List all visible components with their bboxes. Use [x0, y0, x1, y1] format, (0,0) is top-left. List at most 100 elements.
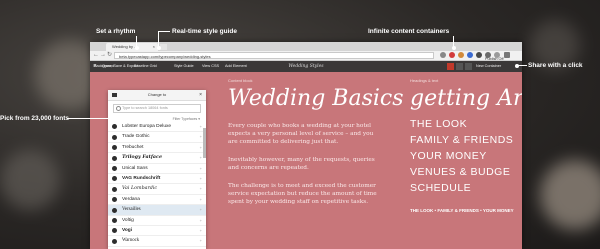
extension-icon[interactable]: [458, 52, 464, 58]
search-icon: [116, 106, 121, 111]
font-list-item[interactable]: Trilogy Fatface +: [108, 153, 206, 164]
font-search-input[interactable]: Type to search 18064 fonts: [113, 104, 201, 113]
extension-icon[interactable]: [467, 52, 473, 58]
font-list-item[interactable]: Trebuchet +: [108, 143, 206, 154]
font-list-item[interactable]: Vai Lombardic +: [108, 184, 206, 195]
paragraph[interactable]: The challenge is to meet and exceed the …: [228, 182, 380, 207]
annotation-set-rhythm: Set a rhythm: [96, 28, 136, 35]
toggle-icon[interactable]: [112, 93, 117, 97]
add-element-button[interactable]: Add Element: [225, 61, 247, 72]
add-font-icon[interactable]: +: [200, 164, 202, 173]
font-list-item[interactable]: Verdana +: [108, 195, 206, 206]
font-info-icon[interactable]: [112, 186, 117, 192]
bokeh-light: [0, 150, 60, 210]
forward-icon[interactable]: →: [100, 52, 106, 59]
address-bar: ← → ↻ beta.typecastapp.com/typecompany/w…: [90, 51, 522, 61]
add-font-icon[interactable]: +: [200, 205, 202, 214]
font-info-icon[interactable]: [112, 176, 117, 182]
font-name: Versailles: [122, 207, 141, 213]
font-list-item[interactable]: Lobster Europa Deluxe +: [108, 122, 206, 133]
baseline-grid-button[interactable]: Baseline Grid: [134, 61, 157, 72]
headings-label: Headings & text: [410, 78, 439, 83]
caps-heading[interactable]: VENUES & BUDGE: [410, 166, 510, 178]
font-list-item[interactable]: Versailles +: [108, 205, 206, 216]
caps-heading[interactable]: YOUR MONEY: [410, 150, 487, 162]
font-name: Warnock: [122, 238, 140, 244]
url-input[interactable]: beta.typecastapp.com/typecompany/wedding…: [114, 52, 434, 59]
wedding-basics-heading[interactable]: Wedding Basics: [228, 86, 404, 111]
font-info-icon[interactable]: [112, 197, 117, 203]
add-font-icon[interactable]: +: [200, 132, 202, 141]
paragraph[interactable]: Inevitably however, many of the requests…: [228, 156, 380, 172]
font-name: Voltig: [122, 217, 134, 223]
view-css-button[interactable]: View CSS: [202, 61, 219, 72]
close-icon[interactable]: ×: [199, 90, 202, 100]
browser-tab[interactable]: Wedding by ... ×: [106, 43, 158, 51]
font-list-item[interactable]: Trade Gothic +: [108, 132, 206, 143]
small-caps-line[interactable]: THE LOOK • FAMILY & FRIENDS • YOUR MONEY: [410, 208, 514, 213]
font-list: Lobster Europa Deluxe + Trade Gothic + Trebu…: [108, 122, 206, 247]
add-font-icon[interactable]: +: [200, 153, 202, 162]
font-info-icon[interactable]: [112, 228, 117, 234]
font-name: Verdana: [122, 196, 140, 202]
paragraph[interactable]: Every couple who books a wedding at your…: [228, 122, 380, 147]
font-name: Vai Lombardic: [122, 186, 158, 192]
add-font-icon[interactable]: +: [200, 216, 202, 225]
annotation-containers: Infinite content containers: [368, 28, 450, 35]
annotation-dot: [118, 116, 122, 121]
add-font-icon[interactable]: +: [200, 122, 202, 131]
font-name: Trade Gothic: [122, 134, 150, 140]
tab-title: Wedding by ...: [112, 44, 138, 49]
font-name: Unical Sans: [122, 165, 148, 171]
menu-icon[interactable]: [504, 52, 510, 58]
font-info-icon[interactable]: [112, 145, 117, 151]
annotation-share: Share with a click: [528, 62, 583, 69]
caps-heading[interactable]: SCHEDULE: [410, 182, 471, 194]
font-info-icon[interactable]: [112, 155, 117, 161]
annotation-dot: [451, 46, 456, 50]
font-list-item[interactable]: Voltig +: [108, 216, 206, 226]
add-font-icon[interactable]: +: [200, 184, 202, 193]
style-guide-button[interactable]: Style Guide: [174, 61, 194, 72]
toolbar-secondary: Background Baseline Grid Style Guide Vie…: [90, 61, 522, 72]
font-info-icon[interactable]: [112, 217, 117, 223]
tab-bar: Wedding by ... ×: [90, 42, 522, 51]
caps-heading[interactable]: THE LOOK: [410, 118, 467, 130]
annotation-dot: [134, 46, 139, 50]
font-info-icon[interactable]: [112, 165, 117, 171]
content-block-label: Content block: [228, 78, 253, 83]
reload-icon[interactable]: ↻: [107, 52, 112, 59]
font-name: Trilogy Fatface: [122, 154, 163, 161]
font-info-icon[interactable]: [112, 207, 117, 213]
font-name: Vogi: [122, 227, 133, 233]
add-font-icon[interactable]: +: [200, 226, 202, 235]
getting-around-heading[interactable]: getting Aro: [410, 86, 522, 111]
font-picker-title: Change to: [147, 92, 167, 97]
font-list-item[interactable]: VAG Rundschrift +: [108, 174, 206, 185]
font-list-item[interactable]: Vogi +: [108, 226, 206, 237]
new-tab-button[interactable]: [160, 44, 167, 50]
font-name: VAG Rundschrift: [122, 175, 161, 181]
search-placeholder: Type to search 18064 fonts: [122, 106, 168, 110]
font-info-icon[interactable]: [112, 238, 117, 244]
add-font-icon[interactable]: +: [200, 236, 202, 245]
extension-icon[interactable]: [449, 52, 455, 58]
annotation-dot: [515, 63, 519, 68]
font-info-icon[interactable]: [112, 134, 117, 140]
font-list-item[interactable]: Unical Sans +: [108, 164, 206, 174]
annotation-fonts: Pick from 23,000 fonts: [0, 115, 69, 122]
caps-heading[interactable]: FAMILY & FRIENDS: [410, 134, 513, 146]
scrollbar[interactable]: [203, 128, 206, 158]
font-picker-header: Change to ×: [108, 90, 206, 101]
add-font-icon[interactable]: +: [200, 195, 202, 204]
add-font-icon[interactable]: +: [200, 174, 202, 183]
font-name: Trebuchet: [122, 144, 144, 150]
font-info-icon[interactable]: [112, 124, 117, 130]
font-list-item[interactable]: Warnock +: [108, 236, 206, 247]
add-font-icon[interactable]: +: [200, 143, 202, 152]
background-button[interactable]: Background: [94, 61, 114, 72]
back-icon[interactable]: ←: [93, 52, 99, 59]
extension-icon[interactable]: [476, 52, 482, 58]
close-tab-icon[interactable]: ×: [153, 43, 155, 51]
star-icon[interactable]: [440, 52, 446, 58]
